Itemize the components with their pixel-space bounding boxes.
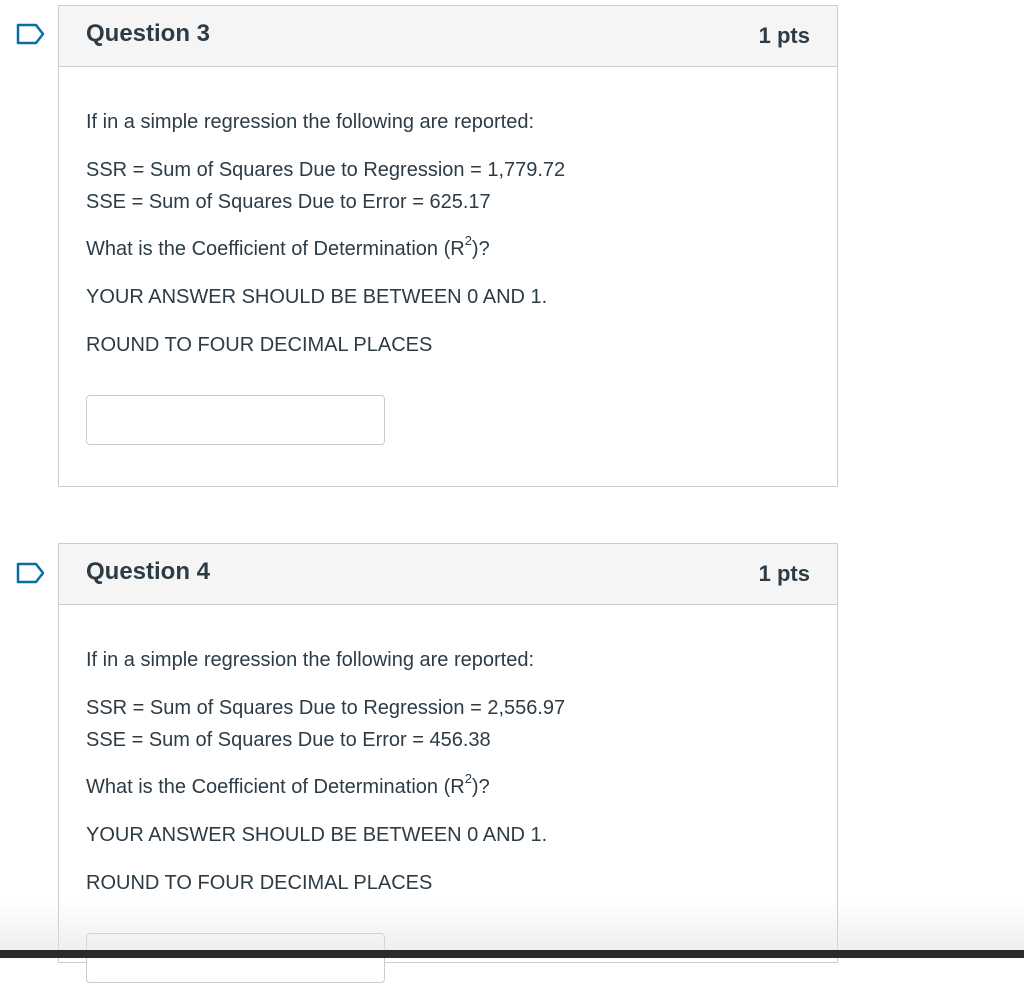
rounding-note: ROUND TO FOUR DECIMAL PLACES [86, 872, 433, 894]
flag-question-icon[interactable] [16, 23, 46, 45]
question-card: Question 4 1 pts If in a simple regressi… [58, 543, 838, 983]
question-header: Question 3 1 pts [59, 6, 837, 67]
question-title: Question 4 [86, 558, 211, 585]
question-points: 1 pts [758, 23, 810, 48]
question-prompt: What is the Coefficient of Determination… [86, 233, 490, 260]
question-points: 1 pts [758, 561, 810, 586]
answer-input[interactable] [86, 933, 385, 983]
sse-line: SSE = Sum of Squares Due to Error = 625.… [86, 191, 491, 213]
ssr-line: SSR = Sum of Squares Due to Regression =… [86, 697, 566, 719]
flag-question-icon[interactable] [16, 562, 46, 584]
rounding-note: ROUND TO FOUR DECIMAL PLACES [86, 334, 433, 356]
question-intro: If in a simple regression the following … [86, 649, 535, 671]
question-intro: If in a simple regression the following … [86, 111, 535, 133]
range-note: YOUR ANSWER SHOULD BE BETWEEN 0 AND 1. [86, 286, 548, 308]
question-title: Question 3 [86, 20, 211, 47]
sse-line: SSE = Sum of Squares Due to Error = 456.… [86, 729, 491, 751]
question-card: Question 3 1 pts If in a simple regressi… [58, 5, 838, 487]
question-header: Question 4 1 pts [59, 544, 837, 605]
question-text: If in a simple regression the following … [86, 106, 817, 361]
answer-input[interactable] [86, 395, 385, 445]
window-bottom-edge [0, 950, 1024, 958]
ssr-line: SSR = Sum of Squares Due to Regression =… [86, 159, 566, 181]
question-prompt: What is the Coefficient of Determination… [86, 771, 490, 798]
question-text: If in a simple regression the following … [86, 644, 817, 899]
range-note: YOUR ANSWER SHOULD BE BETWEEN 0 AND 1. [86, 824, 548, 846]
